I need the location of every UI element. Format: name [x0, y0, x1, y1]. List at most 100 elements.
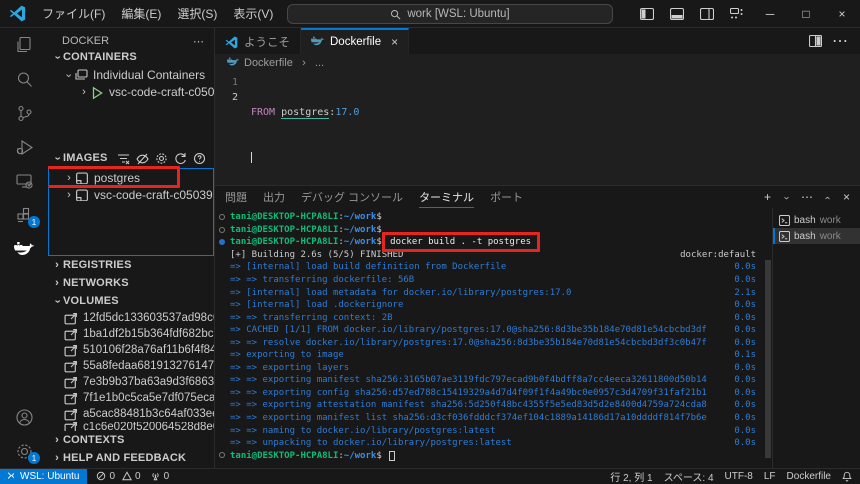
settings-gear-icon[interactable]: 1 — [0, 434, 48, 468]
code-editor[interactable]: 1 2 FROM postgres:17.0 — [215, 72, 860, 185]
accounts-icon[interactable] — [0, 400, 48, 434]
bottom-panel: 問題 出力 デバッグ コンソール ターミナル ポート + › ⋯ › × tan… — [215, 185, 860, 468]
tab-label: Dockerfile — [330, 36, 381, 48]
maximize-button[interactable]: □ — [788, 0, 824, 28]
editor-more-icon[interactable]: ⋯ — [832, 31, 848, 51]
section-containers[interactable]: › CONTAINERS — [48, 48, 214, 66]
filter-icon[interactable] — [117, 152, 130, 165]
tree-item-running-container[interactable]: › vsc-code-craft-c05039aa9... — [48, 83, 214, 100]
close-button[interactable]: × — [824, 0, 860, 28]
section-images[interactable]: › IMAGES — [48, 149, 214, 167]
help-icon[interactable] — [193, 152, 206, 165]
volume-item[interactable]: 12fd5dc133603537ad98c627cf8... — [48, 310, 214, 326]
tab-close-icon[interactable]: × — [391, 35, 398, 49]
terminal-text-right: docker:default — [680, 250, 772, 260]
volume-item[interactable]: 7e3b9b37ba63a9d3f686356050... — [48, 374, 214, 390]
terminal-line: => [internal] load .dockerignore0.0s — [215, 299, 772, 312]
terminal-tab-bash-1[interactable]: bash work — [773, 212, 860, 228]
extensions-icon[interactable]: 1 — [0, 198, 48, 232]
line-number: 2 — [215, 90, 238, 105]
tree-item-individual-containers[interactable]: › Individual Containers — [48, 66, 214, 83]
remote-explorer-icon[interactable] — [0, 164, 48, 198]
terminal-text: => => naming to docker.io/library/postgr… — [230, 426, 496, 436]
section-contexts[interactable]: › CONTEXTS — [48, 431, 214, 449]
sidebar-more-icon[interactable]: ⋯ — [193, 35, 204, 48]
menu-edit[interactable]: 編集(E) — [113, 0, 169, 27]
search-icon — [390, 9, 401, 20]
terminal-line: tani@DESKTOP-HCPA8LI:~/work$ — [215, 211, 772, 224]
chevron-right-icon: › — [298, 57, 310, 69]
panel-tab-ports[interactable]: ポート — [490, 186, 523, 208]
maximize-panel-icon[interactable]: › — [822, 192, 833, 204]
volume-item[interactable]: 55a8fedaa681913276147ab9e4... — [48, 358, 214, 374]
volume-item[interactable]: 7f1e1b0c5ca5e7df075ecac74fcf... — [48, 390, 214, 406]
docker-extension-icon[interactable] — [0, 232, 48, 266]
bell-icon[interactable] — [842, 471, 852, 482]
section-help-feedback[interactable]: › HELP AND FEEDBACK — [48, 449, 214, 467]
prompt-symbol: $ — [376, 451, 387, 461]
indentation[interactable]: スペース: 4 — [664, 469, 714, 484]
prompt-user: tani@DESKTOP-HCPA8LI — [230, 225, 338, 235]
terminal-view[interactable]: tani@DESKTOP-HCPA8LI:~/work$ tani@DESKTO… — [215, 208, 772, 468]
breadcrumb-file[interactable]: Dockerfile — [244, 57, 293, 69]
menu-file[interactable]: ファイル(F) — [34, 0, 113, 27]
tree-item-image-postgres[interactable]: › postgres — [49, 169, 213, 186]
section-networks[interactable]: › NETWORKS — [48, 274, 214, 292]
containers-group-icon — [74, 69, 88, 81]
section-registries[interactable]: › REGISTRIES — [48, 256, 214, 274]
breadcrumb-more[interactable]: ... — [315, 57, 324, 69]
chevron-down-icon: › — [52, 296, 64, 308]
section-label: CONTAINERS — [63, 51, 137, 63]
cursor-position[interactable]: 行 2, 列 1 — [610, 469, 652, 484]
command-decoration-icon — [219, 214, 225, 220]
customize-layout-icon[interactable] — [722, 0, 752, 28]
terminal-dropdown-icon[interactable]: › — [781, 192, 792, 204]
refresh-icon[interactable] — [174, 152, 187, 165]
tab-dockerfile[interactable]: Dockerfile × — [301, 28, 409, 54]
minimize-button[interactable]: ─ — [752, 0, 788, 28]
eye-off-icon[interactable] — [136, 152, 149, 165]
toggle-secondary-sidebar-icon[interactable] — [692, 0, 722, 28]
volumes-list: 12fd5dc133603537ad98c627cf8...1ba1df2b15… — [48, 310, 214, 431]
volume-item[interactable]: 1ba1df2b15b364fdf682bccd0f4... — [48, 326, 214, 342]
problems-status[interactable]: 0 0 — [96, 471, 140, 482]
eol[interactable]: LF — [764, 471, 776, 482]
code-line — [251, 150, 359, 165]
menu-selection[interactable]: 選択(S) — [169, 0, 225, 27]
split-editor-icon[interactable] — [809, 35, 822, 47]
gear-icon[interactable] — [155, 152, 168, 165]
panel-tab-output[interactable]: 出力 — [263, 186, 285, 208]
terminal-tab-bash-2[interactable]: bash work — [773, 228, 860, 244]
menu-view[interactable]: 表示(V) — [225, 0, 281, 27]
panel-more-icon[interactable]: ⋯ — [801, 190, 813, 204]
warning-count: 0 — [135, 471, 141, 482]
panel-tab-terminal[interactable]: ターミナル — [419, 186, 474, 208]
explorer-icon[interactable] — [0, 28, 48, 62]
ports-status[interactable]: 0 — [150, 471, 170, 482]
source-control-icon[interactable] — [0, 96, 48, 130]
prompt-symbol: $ — [376, 225, 387, 235]
terminal-line: => => exporting layers0.0s — [215, 362, 772, 375]
search-sidebar-icon[interactable] — [0, 62, 48, 96]
volume-item[interactable]: c1c6e020f520064528d8e02c67... — [48, 422, 214, 431]
terminal-scrollbar[interactable] — [765, 260, 771, 458]
command-center-search[interactable]: work [WSL: Ubuntu] — [287, 4, 613, 24]
remote-indicator[interactable]: WSL: Ubuntu — [0, 469, 87, 484]
panel-tab-problems[interactable]: 問題 — [225, 186, 247, 208]
volume-item[interactable]: a5cac88481b3c64af033eeacc0e... — [48, 406, 214, 422]
panel-tab-debug-console[interactable]: デバッグ コンソール — [301, 186, 403, 208]
volume-item[interactable]: 510106f28a76af11b6f4f841a5ec... — [48, 342, 214, 358]
language-mode[interactable]: Dockerfile — [787, 471, 831, 482]
tree-item-image-vsc[interactable]: › vsc-code-craft-c05039aa99... — [49, 186, 213, 203]
run-debug-icon[interactable] — [0, 130, 48, 164]
toggle-panel-icon[interactable] — [662, 0, 692, 28]
terminal-line: [+] Building 2.6s (5/5) FINISHEDdocker:d… — [215, 249, 772, 262]
encoding[interactable]: UTF-8 — [725, 471, 753, 482]
section-volumes[interactable]: › VOLUMES — [48, 292, 214, 310]
tab-welcome[interactable]: ようこそ — [215, 28, 301, 54]
vscode-logo-icon — [9, 5, 26, 22]
terminal-text: => => resolve docker.io/library/postgres… — [230, 338, 707, 348]
close-panel-icon[interactable]: × — [843, 190, 850, 204]
new-terminal-icon[interactable]: + — [764, 190, 771, 204]
toggle-sidebar-icon[interactable] — [632, 0, 662, 28]
